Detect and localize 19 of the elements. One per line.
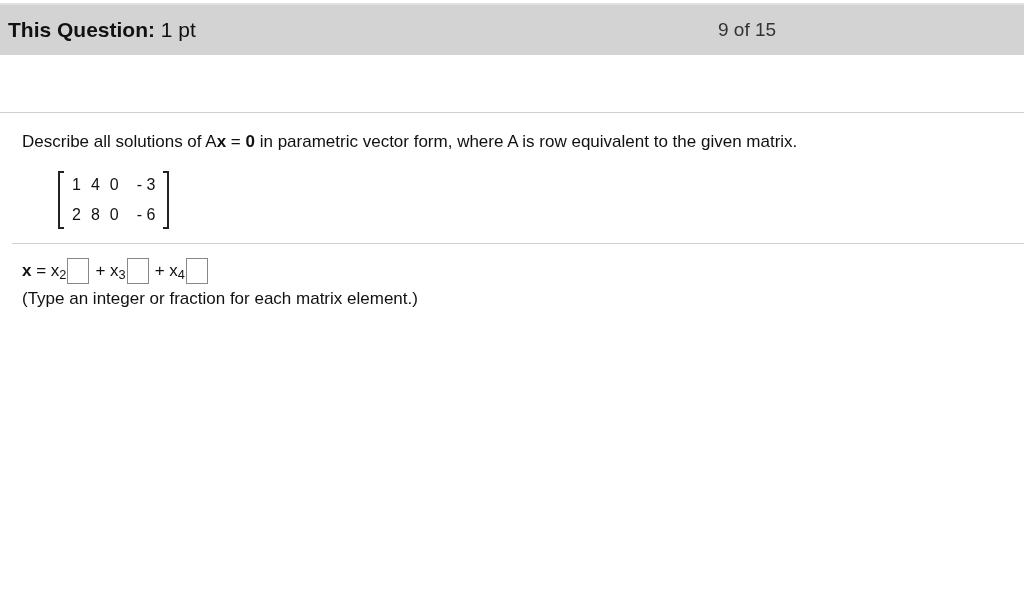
progress-text: 9 of 15 [718,17,777,42]
matrix-entry: 0 [109,174,119,195]
hint-text: (Type an integer or fraction for each matrix element.) [22,287,419,310]
question-label: This Question: [8,18,155,42]
answer-input[interactable] [67,257,90,284]
matrix-entry: - 6 [136,204,156,225]
matrix-entry: 1 [72,174,81,195]
answer-term: + x$_{3}$ [95,259,126,284]
answer-input[interactable] [185,257,208,284]
answer-term: + x$_{4}$ [154,259,185,284]
matrix-entry: 8 [90,204,100,225]
answer-term: x = x$_{2}$ [22,259,67,284]
matrix-entry: 0 [109,204,119,225]
answer-input[interactable] [126,257,149,284]
matrix-entry: - 3 [136,174,156,195]
question-text: Describe all solutions of Ax = 0 in parametric vector form, where A is row equivalent to the given matrix. [22,131,799,153]
matrix-entry: 4 [90,174,100,195]
points-text: 1 pt [160,18,196,42]
matrix-entry: 2 [72,204,81,225]
